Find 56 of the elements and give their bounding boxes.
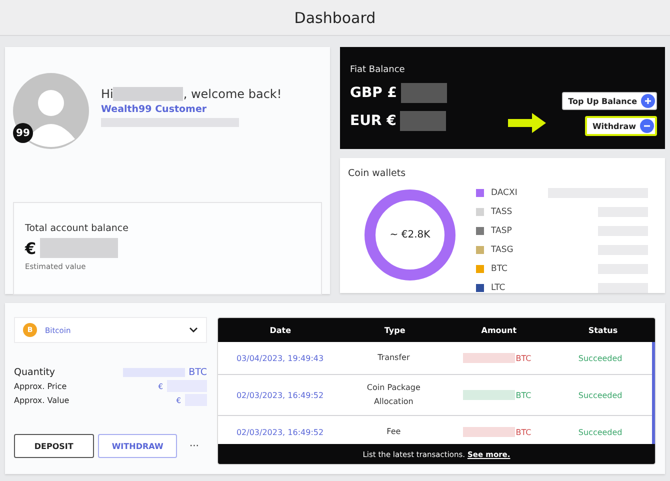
redacted-amount xyxy=(401,83,448,103)
redacted-amount xyxy=(598,282,648,292)
currency-label: GBP £ xyxy=(350,85,398,101)
column-header: Type xyxy=(383,326,406,334)
greeting-text: , welcome back! xyxy=(183,87,282,101)
currency-symbol: € xyxy=(25,238,36,258)
coin-name: TASS xyxy=(491,206,514,216)
balance-label: Total account balance xyxy=(25,223,130,234)
date-link[interactable]: 02/03/2023, 16:49:52 xyxy=(218,390,342,400)
column-header: Date xyxy=(268,326,292,334)
type-cell-text: Fee xyxy=(386,426,401,438)
card-title: Fiat Balance xyxy=(350,65,406,75)
status-cell-text: Succeeded xyxy=(577,428,624,436)
arrow-icon xyxy=(508,113,546,133)
unit-cell: BTC xyxy=(516,390,532,400)
redacted-amount xyxy=(122,368,185,377)
avatar-icon xyxy=(13,73,89,149)
coin-name: LTC xyxy=(491,282,506,292)
date-link[interactable]: 02/03/2023, 16:49:52 xyxy=(218,428,342,436)
type-cell-text: Transfer xyxy=(378,352,410,364)
unit-label: BTC xyxy=(188,367,207,378)
coin-name: TASG xyxy=(491,244,514,254)
withdraw-button[interactable]: WITHDRAW xyxy=(98,434,178,458)
greeting-text: Hi xyxy=(101,87,114,101)
redacted-amount xyxy=(462,427,515,437)
coin-name: DACXI xyxy=(491,188,518,198)
more-button[interactable]: ··· xyxy=(181,440,207,452)
redacted-amount xyxy=(400,111,446,131)
plus-icon xyxy=(641,94,655,108)
currency-label: EUR € xyxy=(350,113,396,129)
stat-label: Approx. Price xyxy=(14,382,67,390)
stat-label: Approx. Value xyxy=(14,396,70,404)
logo-badge: 99 xyxy=(13,123,33,143)
coin-name: TASP xyxy=(491,226,513,236)
deposit-button[interactable]: DEPOSIT xyxy=(14,434,94,458)
caret-icon xyxy=(189,327,198,333)
customer-level-label: Wealth99 Customer xyxy=(101,104,208,115)
type-cell-text: Coin Package Allocation xyxy=(366,382,422,408)
card-title: Coin wallets xyxy=(348,168,407,179)
withdraw-button[interactable]: Withdraw xyxy=(585,116,657,136)
date-link[interactable]: 03/04/2023, 19:49:43 xyxy=(218,354,342,362)
redacted-amount xyxy=(462,353,515,363)
donut-total: ~ €2.8K xyxy=(390,230,430,240)
stat-label: Quantity xyxy=(14,367,56,378)
status-cell-text: Succeeded xyxy=(577,390,624,400)
coin-name: BTC xyxy=(491,264,508,274)
status-cell-text: Succeeded xyxy=(577,354,624,362)
column-header: Status xyxy=(587,326,619,334)
unit-cell: BTC xyxy=(516,428,532,436)
page-title: Dashboard xyxy=(294,8,376,26)
redacted-name xyxy=(113,87,184,101)
top-up-button[interactable]: Top Up Balance xyxy=(562,92,657,110)
minus-icon xyxy=(640,119,654,133)
column-header: Amount xyxy=(480,326,518,334)
redacted-amount xyxy=(462,390,515,400)
unit-cell: BTC xyxy=(516,354,532,362)
